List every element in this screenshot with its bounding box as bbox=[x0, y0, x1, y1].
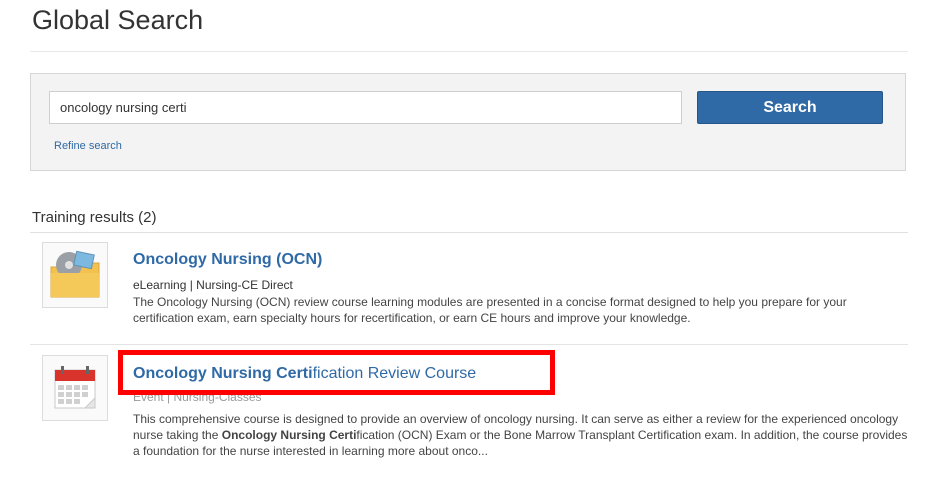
title-divider bbox=[30, 51, 908, 52]
result-item: Oncology Nursing (OCN) eLearning | Nursi… bbox=[30, 233, 908, 345]
page-title: Global Search bbox=[32, 5, 204, 35]
elearning-folder-icon[interactable] bbox=[42, 242, 108, 308]
search-input[interactable] bbox=[49, 91, 682, 124]
result-title-rest: fication Review Course bbox=[312, 365, 477, 382]
result-description: The Oncology Nursing (OCN) review course… bbox=[133, 295, 847, 325]
result-title-match: Oncology Nursing Certi bbox=[133, 365, 313, 382]
refine-search-link[interactable]: Refine search bbox=[54, 140, 122, 152]
result-title-link[interactable]: Oncology Nursing Certification Review Co… bbox=[133, 365, 476, 383]
result-item: Oncology Nursing Certification Review Co… bbox=[30, 345, 908, 470]
result-title-link[interactable]: Oncology Nursing (OCN) bbox=[133, 251, 322, 269]
result-meta: Event | Nursing-Classes bbox=[133, 390, 262, 404]
calendar-event-icon[interactable] bbox=[42, 355, 108, 421]
results-heading: Training results (2) bbox=[32, 209, 157, 226]
description-match: Oncology Nursing Certi bbox=[221, 428, 357, 442]
search-button[interactable]: Search bbox=[697, 91, 883, 124]
result-meta: eLearning | Nursing-CE Direct bbox=[133, 278, 293, 292]
search-panel: Search Refine search bbox=[30, 73, 906, 171]
result-description: This comprehensive course is designed to… bbox=[133, 411, 908, 459]
